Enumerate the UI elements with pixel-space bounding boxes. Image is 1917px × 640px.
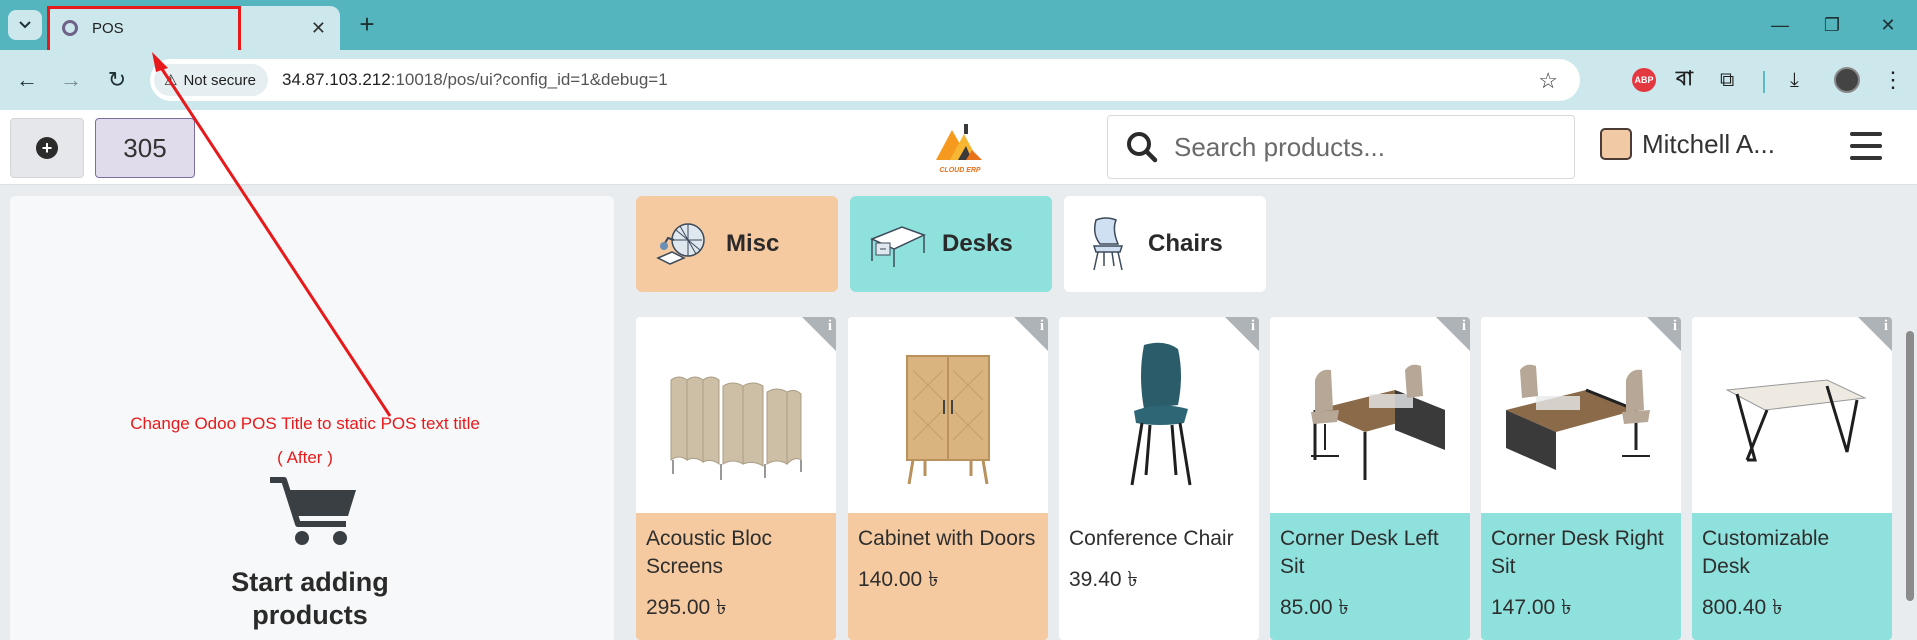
- product-price: 140.00 ৳: [858, 568, 939, 591]
- reload-button[interactable]: ↻: [102, 65, 132, 95]
- download-icon[interactable]: ⤓: [1790, 66, 1799, 94]
- pos-app: + 305 CLOUD ERP Mitchell A... Change Odo…: [0, 110, 1917, 640]
- svg-text:CLOUD ERP: CLOUD ERP: [939, 167, 981, 174]
- product-price: 147.00 ৳: [1491, 596, 1572, 619]
- product-price: 85.00 ৳: [1280, 596, 1349, 619]
- desk-category-icon: [870, 226, 926, 267]
- new-order-button[interactable]: +: [10, 118, 84, 178]
- browser-menu-icon[interactable]: ⋮: [1882, 66, 1904, 94]
- product-info: Conference Chair 39.40 ৳: [1059, 513, 1259, 640]
- product-price: 800.40 ৳: [1702, 596, 1783, 619]
- product-name: Cabinet with Doors: [858, 527, 1036, 550]
- forward-button[interactable]: →: [56, 65, 86, 95]
- restore-button[interactable]: ❐: [1812, 10, 1852, 40]
- warning-icon: ⚠: [164, 72, 178, 89]
- info-icon[interactable]: i: [1884, 318, 1888, 335]
- product-scrollbar[interactable]: [1905, 317, 1915, 640]
- product-name: Conference Chair: [1069, 527, 1234, 550]
- category-misc-label: Misc: [726, 230, 780, 257]
- product-info: Acoustic Bloc Screens 295.00 ৳: [636, 513, 836, 640]
- tab-highlight-box: [47, 6, 241, 54]
- product-card[interactable]: i Cabinet with Doors 140.00 ৳: [848, 317, 1048, 640]
- product-card[interactable]: i Customizable Desk 800.40 ৳: [1692, 317, 1892, 640]
- search-icon: [1127, 132, 1158, 163]
- current-order-button[interactable]: 305: [95, 118, 195, 178]
- address-bar[interactable]: ⚠ Not secure 34.87.103.212:10018/pos/ui?…: [150, 59, 1580, 101]
- tab-search-button[interactable]: [8, 10, 42, 40]
- info-icon[interactable]: i: [1673, 318, 1677, 335]
- misc-category-icon: [656, 223, 705, 265]
- toolbar-separator: [1763, 71, 1765, 93]
- product-card[interactable]: i Acoustic Bloc Screens 295.00 ৳: [636, 317, 836, 640]
- user-menu[interactable]: Mitchell A...: [1600, 128, 1775, 160]
- category-chairs[interactable]: Chairs: [1064, 196, 1266, 292]
- info-icon[interactable]: i: [1040, 318, 1044, 335]
- info-icon[interactable]: i: [1462, 318, 1466, 335]
- product-name: Corner Desk Left Sit: [1280, 527, 1439, 578]
- shopping-cart-icon: [270, 477, 356, 545]
- annotation-line2: ( After ): [277, 448, 333, 467]
- product-info: Cabinet with Doors 140.00 ৳: [848, 513, 1048, 640]
- scrollbar-thumb[interactable]: [1906, 331, 1914, 601]
- close-window-button[interactable]: ✕: [1868, 10, 1908, 40]
- product-price: 295.00 ৳: [646, 596, 727, 619]
- product-name: Customizable Desk: [1702, 527, 1830, 578]
- pos-header: + 305 CLOUD ERP Mitchell A...: [0, 110, 1917, 185]
- product-card[interactable]: i Conference Chair 39.40 ৳: [1059, 317, 1259, 640]
- product-info: Corner Desk Left Sit 85.00 ৳: [1270, 513, 1470, 640]
- product-info: Corner Desk Right Sit 147.00 ৳: [1481, 513, 1681, 640]
- user-avatar: [1600, 128, 1632, 160]
- bangla-extension-icon[interactable]: বা: [1676, 66, 1693, 94]
- url-text[interactable]: 34.87.103.212:10018/pos/ui?config_id=1&d…: [282, 70, 668, 90]
- category-chairs-label: Chairs: [1148, 230, 1223, 257]
- search-input[interactable]: [1174, 131, 1554, 163]
- extensions-puzzle-icon[interactable]: ⧉: [1720, 66, 1734, 94]
- product-info: Customizable Desk 800.40 ৳: [1692, 513, 1892, 640]
- category-misc[interactable]: Misc: [636, 196, 838, 292]
- new-tab-button[interactable]: +: [352, 9, 382, 39]
- security-label: Not secure: [183, 71, 256, 89]
- browser-toolbar: ← → ↻ ⚠ Not secure 34.87.103.212:10018/p…: [0, 50, 1917, 110]
- product-name: Corner Desk Right Sit: [1491, 527, 1664, 578]
- security-chip[interactable]: ⚠ Not secure: [154, 64, 268, 96]
- profile-avatar-icon[interactable]: [1834, 67, 1860, 93]
- back-button[interactable]: ←: [12, 65, 42, 95]
- tab-close-icon[interactable]: ✕: [311, 18, 326, 39]
- info-icon[interactable]: i: [1251, 318, 1255, 335]
- hamburger-menu-icon[interactable]: [1850, 132, 1882, 160]
- minimize-button[interactable]: —: [1760, 10, 1800, 40]
- browser-tab-strip: POS ✕ + — ❐ ✕: [0, 0, 1917, 50]
- adblock-extension-icon[interactable]: ABP: [1632, 68, 1656, 92]
- product-search[interactable]: [1107, 115, 1575, 179]
- bookmark-star-icon[interactable]: ☆: [1538, 68, 1558, 94]
- chair-category-icon: [1092, 217, 1124, 271]
- product-price: 39.40 ৳: [1069, 568, 1138, 591]
- product-name: Acoustic Bloc Screens: [646, 527, 773, 578]
- product-card[interactable]: i Corner Desk Left Sit 85.00 ৳: [1270, 317, 1470, 640]
- product-card[interactable]: i Corner Desk Right Sit 147.00 ৳: [1481, 317, 1681, 640]
- info-icon[interactable]: i: [828, 318, 832, 335]
- empty-cart-text: Start adding products: [231, 567, 389, 630]
- chevron-down-icon: [19, 21, 31, 29]
- category-desks[interactable]: Desks: [850, 196, 1052, 292]
- annotation-line1: Change Odoo POS Title to static POS text…: [130, 414, 480, 433]
- user-name: Mitchell A...: [1642, 128, 1775, 159]
- cloud-erp-logo: CLOUD ERP: [936, 124, 982, 174]
- category-desks-label: Desks: [942, 230, 1013, 257]
- plus-circle-icon: +: [36, 137, 58, 159]
